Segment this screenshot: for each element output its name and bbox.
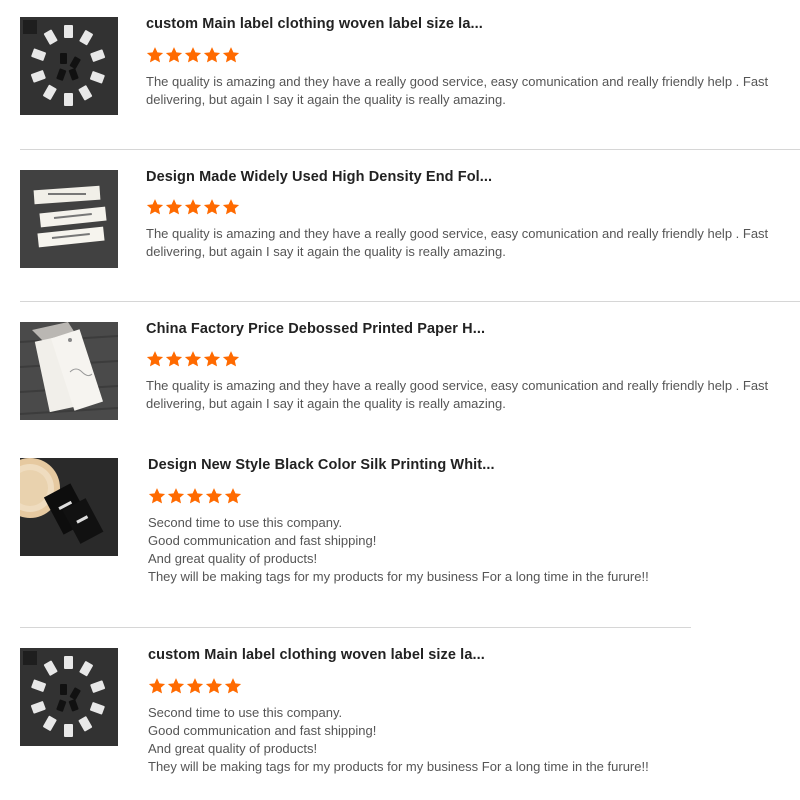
review-text: The quality is amazing and they have a r… xyxy=(146,378,769,411)
star-icon xyxy=(222,47,240,63)
black-labels-photo xyxy=(20,458,118,556)
star-icon xyxy=(222,351,240,367)
review-product-title[interactable]: Design New Style Black Color Silk Printi… xyxy=(148,457,495,473)
star-icon xyxy=(186,678,204,694)
star-icon xyxy=(167,678,185,694)
star-rating xyxy=(146,350,240,368)
review-product-title[interactable]: custom Main label clothing woven label s… xyxy=(148,647,485,663)
star-icon xyxy=(146,199,164,215)
star-icon xyxy=(165,351,183,367)
product-thumbnail[interactable] xyxy=(20,170,118,268)
review-divider xyxy=(20,627,691,628)
product-thumbnail[interactable] xyxy=(20,648,118,746)
star-icon xyxy=(148,678,166,694)
star-icon xyxy=(184,47,202,63)
review-text: Second time to use this company. Good co… xyxy=(148,705,649,774)
review-product-title[interactable]: custom Main label clothing woven label s… xyxy=(146,16,483,32)
star-rating xyxy=(148,487,242,505)
star-icon xyxy=(184,199,202,215)
star-rating xyxy=(146,46,240,64)
woven-labels-photo xyxy=(20,17,118,115)
review-text: The quality is amazing and they have a r… xyxy=(146,226,769,259)
star-icon xyxy=(146,47,164,63)
woven-labels-photo xyxy=(20,648,118,746)
review-text: Second time to use this company. Good co… xyxy=(148,515,649,584)
star-icon xyxy=(186,488,204,504)
product-thumbnail[interactable] xyxy=(20,17,118,115)
star-icon xyxy=(224,678,242,694)
star-icon xyxy=(203,47,221,63)
star-icon xyxy=(167,488,185,504)
star-icon xyxy=(205,678,223,694)
star-rating xyxy=(146,198,240,216)
review-text: The quality is amazing and they have a r… xyxy=(146,74,769,107)
star-icon xyxy=(165,47,183,63)
product-thumbnail[interactable] xyxy=(20,458,118,556)
review-product-title[interactable]: China Factory Price Debossed Printed Pap… xyxy=(146,321,485,337)
star-icon xyxy=(203,199,221,215)
star-icon xyxy=(224,488,242,504)
star-icon xyxy=(165,199,183,215)
folded-labels-photo xyxy=(20,170,118,268)
star-icon xyxy=(205,488,223,504)
review-divider xyxy=(20,149,800,150)
star-rating xyxy=(148,677,242,695)
star-icon xyxy=(184,351,202,367)
review-product-title[interactable]: Design Made Widely Used High Density End… xyxy=(146,169,492,185)
product-thumbnail[interactable] xyxy=(20,322,118,420)
star-icon xyxy=(148,488,166,504)
review-divider xyxy=(20,301,800,302)
star-icon xyxy=(146,351,164,367)
star-icon xyxy=(203,351,221,367)
hang-tags-photo xyxy=(20,322,118,420)
star-icon xyxy=(222,199,240,215)
